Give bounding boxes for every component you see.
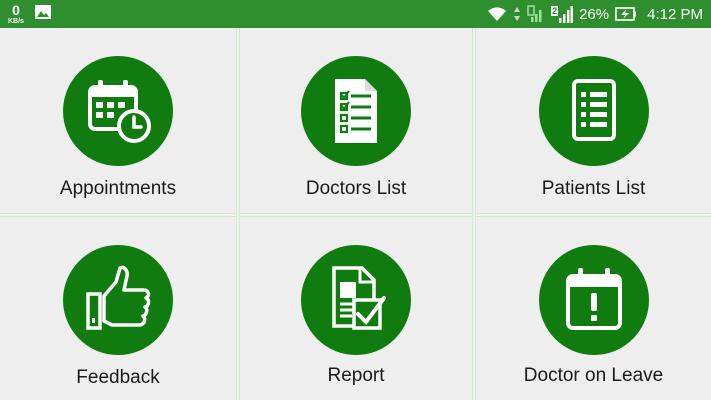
battery-percent: 26%: [579, 5, 610, 23]
report-check-icon: [332, 266, 386, 330]
feedback-icon-circle: [63, 245, 173, 355]
sim2-badge: 2: [551, 5, 559, 16]
signal-sim2-icon: 2: [551, 5, 574, 23]
report-label: Report: [327, 365, 385, 386]
doctor-on-leave-label: Doctor on Leave: [523, 365, 664, 386]
row-divider: [0, 213, 711, 217]
image-notification-icon: [34, 4, 52, 25]
report-tile[interactable]: Report: [240, 217, 472, 400]
status-bar: 0 KB/s 2 26% 4:12 PM: [0, 0, 711, 28]
clock-time: 4:12 PM: [647, 5, 703, 23]
doctors-list-icon-circle: [301, 56, 411, 166]
appointments-tile[interactable]: Appointments: [0, 28, 236, 213]
data-arrows-icon: [513, 6, 521, 22]
patients-list-icon-circle: [538, 56, 649, 166]
patients-list-label: Patients List: [541, 178, 646, 199]
calendar-clock-icon: [88, 80, 151, 143]
network-speed-unit: KB/s: [8, 18, 24, 25]
appointments-icon-circle: [63, 56, 173, 166]
patients-list-tile[interactable]: Patients List: [476, 28, 711, 213]
network-speed-indicator: 0 KB/s: [8, 3, 24, 25]
doctor-on-leave-tile[interactable]: Doctor on Leave: [476, 217, 711, 400]
checklist-document-icon: [335, 79, 377, 143]
battery-charging-icon: [615, 7, 637, 21]
doctors-list-label: Doctors List: [305, 178, 407, 199]
list-document-icon: [571, 79, 616, 141]
column-divider-1: [236, 28, 240, 400]
thumbs-up-icon: [86, 265, 151, 330]
signal-sim1-icon: [527, 5, 545, 23]
report-icon-circle: [301, 245, 411, 355]
feedback-label: Feedback: [76, 367, 160, 388]
appointments-label: Appointments: [59, 178, 177, 199]
network-speed-value: 0: [12, 2, 20, 18]
column-divider-2: [472, 28, 476, 400]
wifi-icon: [487, 6, 507, 22]
calendar-alert-icon: [565, 268, 622, 330]
doctors-list-tile[interactable]: Doctors List: [240, 28, 472, 213]
doctor-on-leave-icon-circle: [538, 245, 649, 355]
feedback-tile[interactable]: Feedback: [0, 217, 236, 400]
